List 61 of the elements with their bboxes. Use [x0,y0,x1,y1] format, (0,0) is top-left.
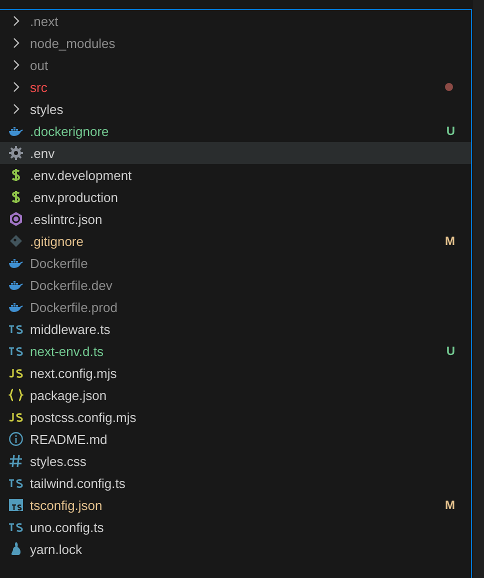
gear-icon [8,145,24,161]
file-name: .env [30,146,55,160]
file-name: tsconfig.json [30,498,102,512]
file-name: .dockerignore [30,124,109,138]
file-name: next.config.mjs [30,366,117,380]
tree-row[interactable]: yarn.lock [0,538,471,560]
file-name: postcss.config.mjs [30,410,136,424]
folder-name: src [30,80,48,94]
tree-row[interactable]: tailwind.config.ts [0,472,471,494]
tree-row[interactable]: Dockerfile.prod [0,296,471,318]
file-name: Dockerfile [30,256,88,270]
file-name: tailwind.config.ts [30,476,126,490]
file-name: package.json [30,388,107,402]
file-name: Dockerfile.prod [30,300,118,314]
tree-row[interactable]: .env.production [0,186,471,208]
tree-row[interactable]: Dockerfile [0,252,471,274]
tree-row[interactable]: README.md [0,428,471,450]
tree-row[interactable]: next.config.mjs [0,362,471,384]
tree-row[interactable]: styles [0,98,471,120]
tree-row[interactable]: src [0,76,471,98]
git-status-letter: U [446,124,455,138]
folder-name: styles [30,102,64,116]
tree-row[interactable]: Dockerfile.dev [0,274,471,296]
file-name: README.md [30,432,108,446]
file-name: uno.config.ts [30,520,104,534]
file-name: .env.production [30,190,118,204]
info-icon [8,431,24,447]
hash-icon [8,453,24,469]
ts-file-icon [8,497,24,513]
tree-row[interactable]: next-env.d.ts U [0,340,471,362]
diamond-icon [8,233,24,249]
git-status-letter: M [445,234,455,248]
file-name: .eslintrc.json [30,212,102,226]
git-status-letter: U [446,344,455,358]
tree-row[interactable]: package.json [0,384,471,406]
file-name: yarn.lock [30,542,82,556]
file-name: .env.development [30,168,132,182]
folder-name: .next [30,14,58,28]
tree-row[interactable]: middleware.ts [0,318,471,340]
tree-row[interactable]: .gitignore M [0,230,471,252]
tree-row[interactable]: styles.css [0,450,471,472]
git-status-letter: M [445,498,455,512]
file-name: middleware.ts [30,322,110,336]
tree-row[interactable]: node_modules [0,32,471,54]
file-name: .gitignore [30,234,84,248]
selected-tree-row[interactable]: .env [0,142,471,164]
tree-row[interactable]: .next [0,10,471,32]
file-name: Dockerfile.dev [30,278,112,292]
folder-name: out [30,58,48,72]
folder-name: node_modules [30,36,116,50]
braces-icon [8,387,24,403]
tree-row[interactable]: .env.development [0,164,471,186]
tree-row[interactable]: tsconfig.json M [0,494,471,516]
file-name: next-env.d.ts [30,344,104,358]
tree-row[interactable]: out [0,54,471,76]
tree-row[interactable]: uno.config.ts [0,516,471,538]
tree-row[interactable]: .dockerignore U [0,120,471,142]
hexagon-icon [8,211,24,227]
tree-row[interactable]: postcss.config.mjs [0,406,471,428]
file-name: styles.css [30,454,86,468]
tree-row[interactable]: .eslintrc.json [0,208,471,230]
